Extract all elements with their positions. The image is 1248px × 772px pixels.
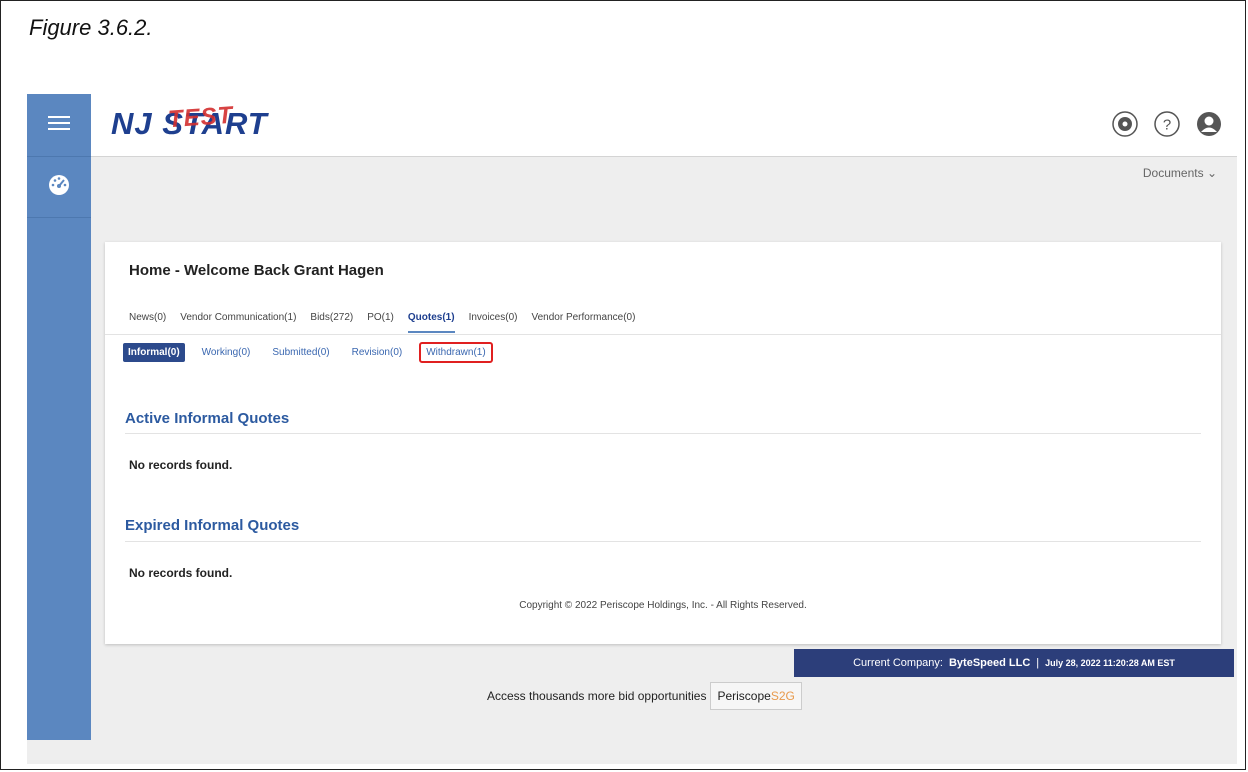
company-datetime: July 28, 2022 11:20:28 AM EST [1045,658,1175,668]
top-bar: NJ START TEST ? Documents ⌄ [91,94,1237,180]
njstart-logo[interactable]: NJ START TEST [111,102,268,142]
tab-news[interactable]: News(0) [129,312,166,333]
gear-icon[interactable] [1111,110,1139,138]
main-tabs: News(0) Vendor Communication(1) Bids(272… [129,312,635,333]
sidebar [27,94,91,740]
tab-quotes[interactable]: Quotes(1) [407,312,455,333]
logo-test-stamp: TEST [167,101,235,134]
subtab-working[interactable]: Working(0) [197,343,256,362]
expired-quotes-heading: Expired Informal Quotes [125,517,300,534]
tab-po[interactable]: PO(1) [367,312,394,333]
hamburger-icon [46,113,72,138]
tab-invoices[interactable]: Invoices(0) [469,312,518,333]
tab-divider [105,334,1221,335]
copyright-text: Copyright © 2022 Periscope Holdings, Inc… [519,600,807,611]
subtab-informal[interactable]: Informal(0) [123,343,185,362]
question-icon[interactable]: ? [1153,110,1181,138]
subtab-submitted[interactable]: Submitted(0) [267,343,334,362]
active-quotes-empty: No records found. [129,458,233,472]
active-quotes-divider [125,433,1201,434]
s2g-label: S2G [770,689,795,703]
dashboard-gauge-icon [47,173,71,202]
tab-bids[interactable]: Bids(272) [310,312,353,333]
documents-label: Documents [1142,166,1204,180]
dashboard-button[interactable] [27,157,91,218]
subtab-revision[interactable]: Revision(0) [347,343,408,362]
figure-caption: Figure 3.6.2. [29,15,153,40]
access-promo: Access thousands more bid opportunities … [487,682,802,710]
figure-frame: Figure 3.6.2. NJ START TEST ? Documents … [0,0,1246,770]
quote-subtabs: Informal(0) Working(0) Submitted(0) Revi… [123,342,493,363]
app-window: NJ START TEST ? Documents ⌄ Home - Welco… [27,94,1237,764]
svg-text:?: ? [1163,117,1171,134]
subtab-withdrawn[interactable]: Withdrawn(1) [419,342,493,363]
current-company-bar: Current Company: ByteSpeed LLC | July 28… [794,649,1234,677]
company-separator: | [1036,657,1040,669]
logo-nj: NJ [111,106,153,141]
documents-dropdown[interactable]: Documents ⌄ [1143,166,1217,180]
tab-vendor-communication[interactable]: Vendor Communication(1) [180,312,296,333]
company-label: Current Company: [853,657,943,669]
company-name: ByteSpeed LLC [948,657,1031,669]
tab-vendor-performance[interactable]: Vendor Performance(0) [531,312,635,333]
menu-button[interactable] [27,94,91,157]
expired-quotes-divider [125,541,1201,542]
expired-quotes-empty: No records found. [129,566,233,580]
access-text: Access thousands more bid opportunities [487,689,707,703]
active-quotes-heading: Active Informal Quotes [125,410,290,427]
user-icon[interactable] [1195,110,1223,138]
home-card: Home - Welcome Back Grant Hagen News(0) … [105,242,1221,644]
page-title: Home - Welcome Back Grant Hagen [129,262,384,279]
periscope-s2g-button[interactable]: PeriscopeS2G [710,682,802,710]
logo-start-wrap: START TEST [162,102,267,141]
chevron-down-icon: ⌄ [1206,166,1217,180]
periscope-label: Periscope [717,689,771,703]
top-icons: ? [1111,110,1223,138]
